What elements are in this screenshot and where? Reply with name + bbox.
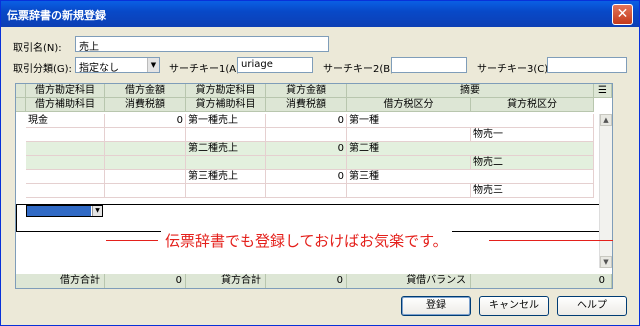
table-cell[interactable]: 物売二: [471, 156, 594, 170]
annotation-line-left: [106, 240, 158, 241]
debit-total-value: 0: [105, 274, 186, 288]
table-cell[interactable]: 物売一: [471, 128, 594, 142]
close-icon: ✕: [616, 6, 629, 22]
table-cell[interactable]: 第一種: [347, 114, 594, 128]
name-input[interactable]: 売上: [75, 36, 329, 52]
account-dropdown[interactable]: ▼: [26, 205, 103, 217]
table-cell[interactable]: 第二種: [347, 142, 594, 156]
col-credit-tax-amount: 消費税額: [266, 98, 347, 112]
table-cell[interactable]: [26, 142, 105, 156]
col-credit-amount: 貸方金額: [266, 84, 347, 98]
table-cell[interactable]: [186, 156, 266, 170]
col-debit-amount: 借方金額: [105, 84, 186, 98]
balance-label: 貸借バランス: [347, 274, 471, 288]
active-row[interactable]: [16, 204, 612, 232]
table-cell[interactable]: 第二種売上: [186, 142, 266, 156]
table-cell[interactable]: [26, 184, 105, 198]
col-memo: 摘要: [347, 84, 594, 98]
register-button[interactable]: 登録: [401, 296, 471, 316]
close-button[interactable]: ✕: [612, 4, 633, 25]
balance-value: 0: [471, 274, 612, 288]
debit-total-label: 借方合計: [16, 274, 105, 288]
table-cell[interactable]: [347, 128, 471, 142]
annotation-line-right: [489, 240, 613, 241]
search1-label: サーチキー1(A):: [169, 64, 244, 75]
table-cell[interactable]: 現金: [26, 114, 105, 128]
table-cell[interactable]: [105, 128, 186, 142]
row-header-corner: [16, 84, 26, 98]
table-cell[interactable]: [105, 184, 186, 198]
search3-input[interactable]: [547, 57, 627, 73]
scroll-up-icon[interactable]: ▲: [600, 114, 612, 126]
category-label: 取引分類(G):: [13, 64, 72, 75]
table-cell[interactable]: [266, 184, 347, 198]
category-select[interactable]: 指定なし ▼: [75, 57, 160, 74]
row-header-corner-2: [16, 98, 26, 112]
grid-menu-icon[interactable]: ☰: [594, 84, 612, 98]
credit-total-value: 0: [266, 274, 347, 288]
table-cell[interactable]: 物売三: [471, 184, 594, 198]
name-label: 取引名(N):: [13, 43, 62, 54]
table-cell[interactable]: [266, 128, 347, 142]
table-cell[interactable]: [26, 128, 105, 142]
col-credit-sub: 貸方補助科目: [186, 98, 266, 112]
col-debit-sub: 借方補助科目: [26, 98, 105, 112]
vertical-scrollbar[interactable]: ▲ ▼: [599, 114, 612, 268]
search3-label: サーチキー3(C):: [477, 64, 552, 75]
table-cell[interactable]: [347, 184, 471, 198]
selection-highlight: [27, 206, 91, 216]
table-cell[interactable]: 0: [105, 114, 186, 128]
col-credit-account: 貸方勘定科目: [186, 84, 266, 98]
col-debit-tax-type: 借方税区分: [347, 98, 471, 112]
table-cell[interactable]: 第三種売上: [186, 170, 266, 184]
search1-input[interactable]: uriage: [237, 57, 313, 73]
table-cell[interactable]: 第一種売上: [186, 114, 266, 128]
col-debit-account: 借方勘定科目: [26, 84, 105, 98]
col-credit-tax-type: 貸方税区分: [471, 98, 594, 112]
credit-total-label: 貸方合計: [186, 274, 266, 288]
col-debit-tax: 消費税額: [105, 98, 186, 112]
journal-grid[interactable]: 借方勘定科目 借方金額 貸方勘定科目 貸方金額 摘要 ☰ 借方補助科目 消費税額…: [15, 83, 613, 289]
cancel-button[interactable]: キャンセル: [479, 296, 549, 316]
table-cell[interactable]: [26, 156, 105, 170]
table-cell[interactable]: 0: [266, 114, 347, 128]
table-cell[interactable]: 0: [266, 142, 347, 156]
search2-label: サーチキー2(B):: [323, 64, 398, 75]
dialog-window: 伝票辞書の新規登録 ✕ 取引名(N): 売上 取引分類(G): 指定なし ▼ サ…: [0, 0, 640, 326]
category-value: 指定なし: [79, 63, 119, 74]
title-bar[interactable]: 伝票辞書の新規登録 ✕: [1, 1, 639, 27]
table-cell[interactable]: [186, 128, 266, 142]
search2-input[interactable]: [391, 57, 467, 73]
scroll-down-icon[interactable]: ▼: [600, 256, 612, 268]
table-cell[interactable]: [186, 184, 266, 198]
chevron-down-icon[interactable]: ▼: [92, 206, 102, 216]
help-button[interactable]: ヘルプ: [557, 296, 627, 316]
table-cell[interactable]: [105, 142, 186, 156]
table-cell[interactable]: [347, 156, 471, 170]
window-title: 伝票辞書の新規登録: [7, 9, 106, 22]
table-cell[interactable]: [105, 156, 186, 170]
chevron-down-icon[interactable]: ▼: [147, 58, 159, 72]
annotation-text: 伝票辞書でも登録しておけばお気楽です。: [161, 230, 452, 251]
table-cell[interactable]: 0: [266, 170, 347, 184]
table-cell[interactable]: [105, 170, 186, 184]
table-cell[interactable]: 第三種: [347, 170, 594, 184]
table-cell[interactable]: [26, 170, 105, 184]
table-cell[interactable]: [266, 156, 347, 170]
